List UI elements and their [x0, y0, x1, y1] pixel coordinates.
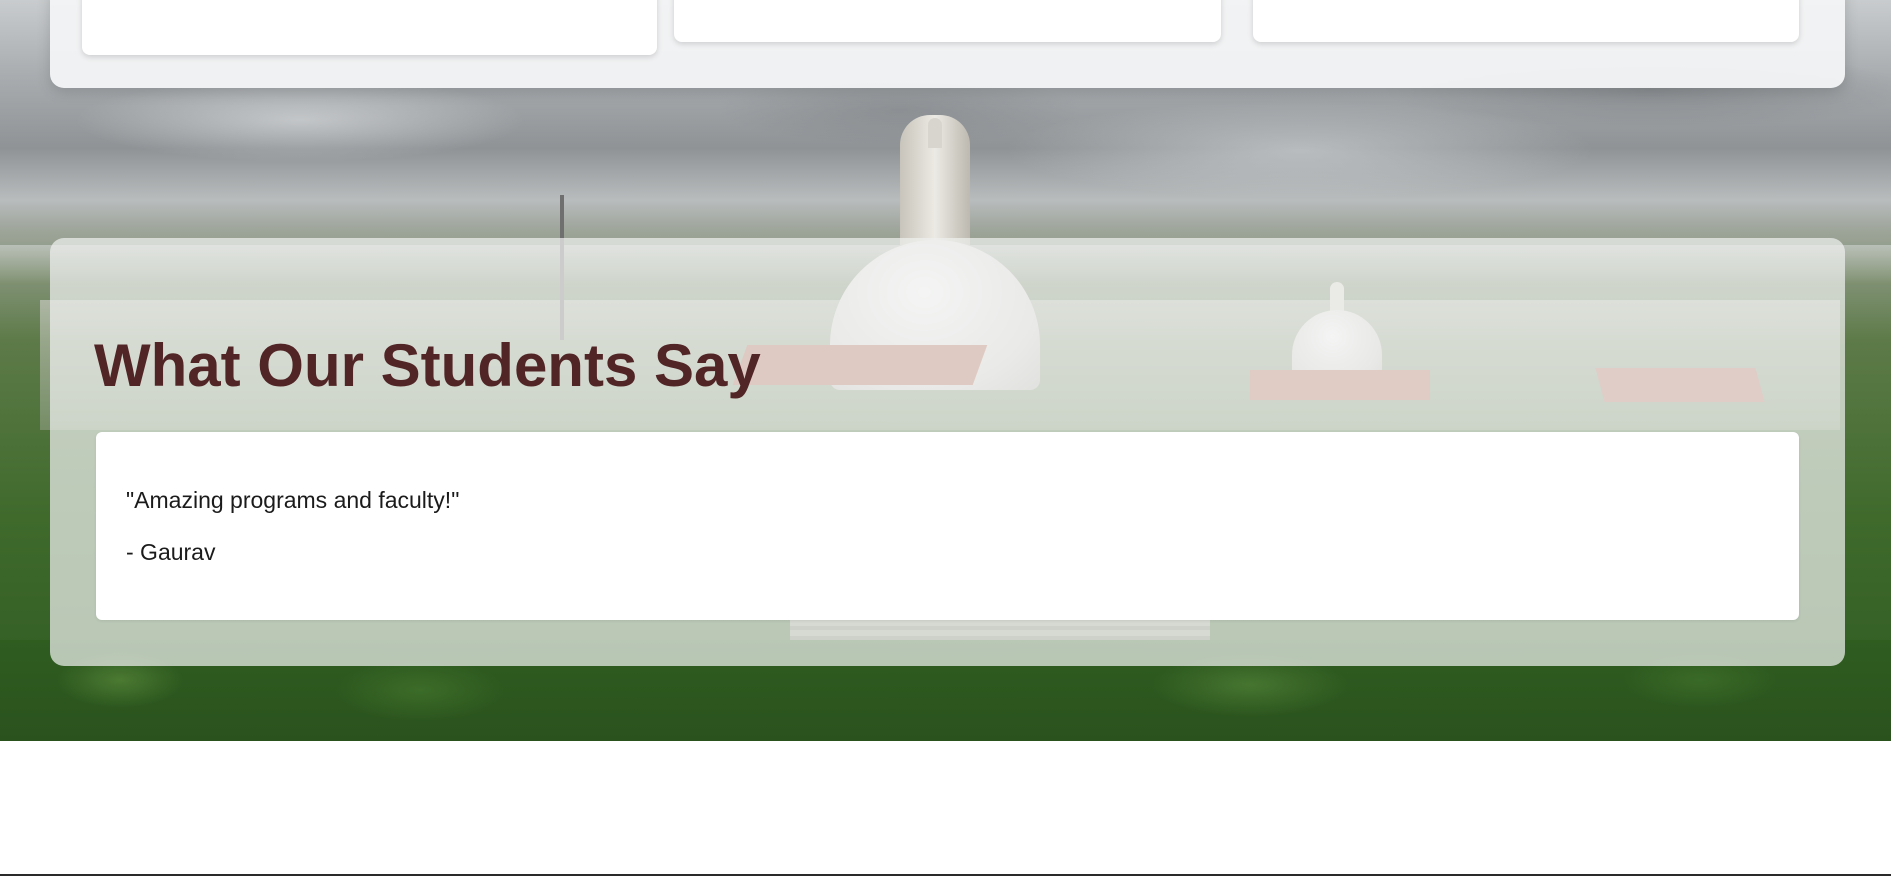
- testimonial-author: - Gaurav: [126, 539, 216, 565]
- section-title: What Our Students Say: [94, 332, 761, 399]
- info-card: [82, 0, 657, 55]
- dome-tip: [928, 118, 942, 148]
- info-card: [674, 0, 1221, 42]
- testimonials-section: What Our Students Say "Amazing programs …: [50, 238, 1845, 666]
- testimonial-card: "Amazing programs and faculty!" - Gaurav: [96, 432, 1799, 620]
- info-card: [1253, 0, 1799, 42]
- testimonial-quote: "Amazing programs and faculty!": [126, 487, 460, 513]
